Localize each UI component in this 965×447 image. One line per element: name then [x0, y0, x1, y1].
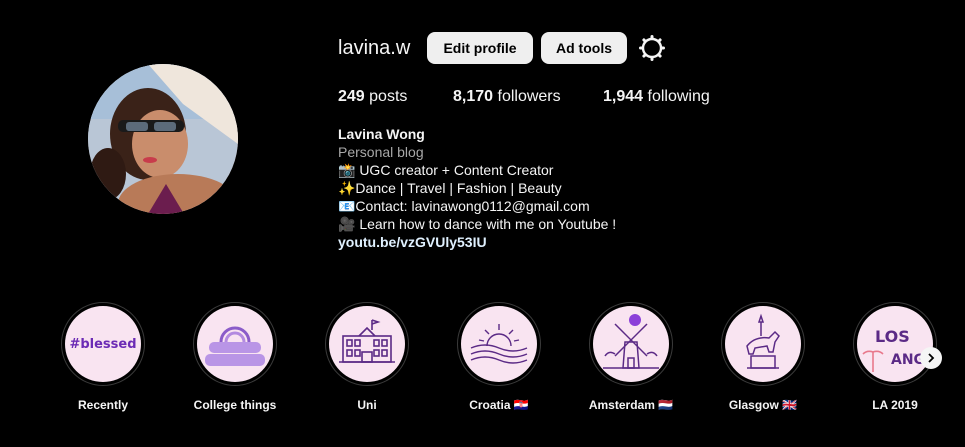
- following-link[interactable]: 1,944 following: [603, 87, 710, 107]
- highlight-uni[interactable]: Uni: [325, 302, 409, 412]
- followers-link[interactable]: 8,170 followers: [453, 87, 561, 107]
- profile-category: Personal blog: [338, 144, 424, 160]
- full-name: Lavina Wong: [338, 126, 425, 142]
- profile-avatar[interactable]: [88, 64, 238, 214]
- svg-text:LOS: LOS: [875, 327, 910, 346]
- highlight-ring[interactable]: [721, 302, 805, 386]
- profile-page: lavina.w Edit profile Ad tools 249 posts…: [0, 0, 965, 447]
- profile-bio: Lavina Wong Personal blog 📸 UGC creator …: [338, 125, 798, 251]
- highlight-label: College things: [193, 398, 277, 412]
- edit-profile-button[interactable]: Edit profile: [427, 32, 533, 64]
- highlight-ring[interactable]: [457, 302, 541, 386]
- followers-label: followers: [493, 88, 561, 105]
- highlight-ring[interactable]: LOS ANG: [853, 302, 937, 386]
- statue-horse-icon: [725, 306, 801, 382]
- bio-line: ✨Dance | Travel | Fashion | Beauty: [338, 180, 562, 196]
- highlight-label: Recently: [77, 398, 129, 412]
- bio-line: 🎥 Learn how to dance with me on Youtube …: [338, 216, 617, 232]
- highlight-la-2019[interactable]: LOS ANG LA 2019: [853, 302, 937, 412]
- ad-tools-button[interactable]: Ad tools: [541, 32, 627, 64]
- username: lavina.w: [338, 37, 411, 59]
- followers-count: 8,170: [453, 88, 494, 105]
- bio-line: 📸 UGC creator + Content Creator: [338, 162, 554, 178]
- highlight-label: Glasgow 🇬🇧: [728, 398, 798, 412]
- highlight-ring[interactable]: [325, 302, 409, 386]
- highlight-ring[interactable]: [589, 302, 673, 386]
- highlight-croatia[interactable]: Croatia 🇭🇷: [457, 302, 541, 412]
- sunset-waves-icon: [461, 306, 537, 382]
- highlight-label: LA 2019: [872, 398, 918, 412]
- highlight-label: Uni: [357, 398, 377, 412]
- highlight-ring[interactable]: [193, 302, 277, 386]
- avatar-photo: [88, 64, 238, 214]
- posts-label: posts: [364, 88, 408, 105]
- following-label: following: [643, 88, 710, 105]
- highlight-amsterdam[interactable]: Amsterdam 🇳🇱: [589, 302, 673, 412]
- happy-together-sticker-icon: [197, 306, 273, 382]
- highlight-ring[interactable]: #blessed: [61, 302, 145, 386]
- highlight-college-things[interactable]: College things: [193, 302, 277, 412]
- windmill-icon: [593, 306, 669, 382]
- highlights-next-button[interactable]: [920, 347, 942, 369]
- highlight-recently[interactable]: #blessed Recently: [61, 302, 145, 412]
- following-count: 1,944: [603, 88, 644, 105]
- building-icon: [329, 306, 405, 382]
- chevron-right-icon: [928, 353, 935, 363]
- los-angeles-sticker-icon: LOS ANG: [857, 306, 933, 382]
- bio-external-link[interactable]: youtu.be/vzGVUly53IU: [338, 233, 798, 251]
- bio-line: 📧Contact: lavinawong0112@gmail.com: [338, 198, 590, 214]
- sticker-text: #blessed: [69, 336, 137, 352]
- posts-count: 249: [338, 88, 365, 105]
- settings-gear-icon[interactable]: [638, 34, 666, 62]
- posts-count-stat: 249 posts: [338, 87, 407, 107]
- highlight-label: Amsterdam 🇳🇱: [588, 398, 674, 412]
- blessed-sticker-icon: #blessed: [65, 306, 141, 382]
- highlight-glasgow[interactable]: Glasgow 🇬🇧: [721, 302, 805, 412]
- highlight-label: Croatia 🇭🇷: [469, 398, 529, 412]
